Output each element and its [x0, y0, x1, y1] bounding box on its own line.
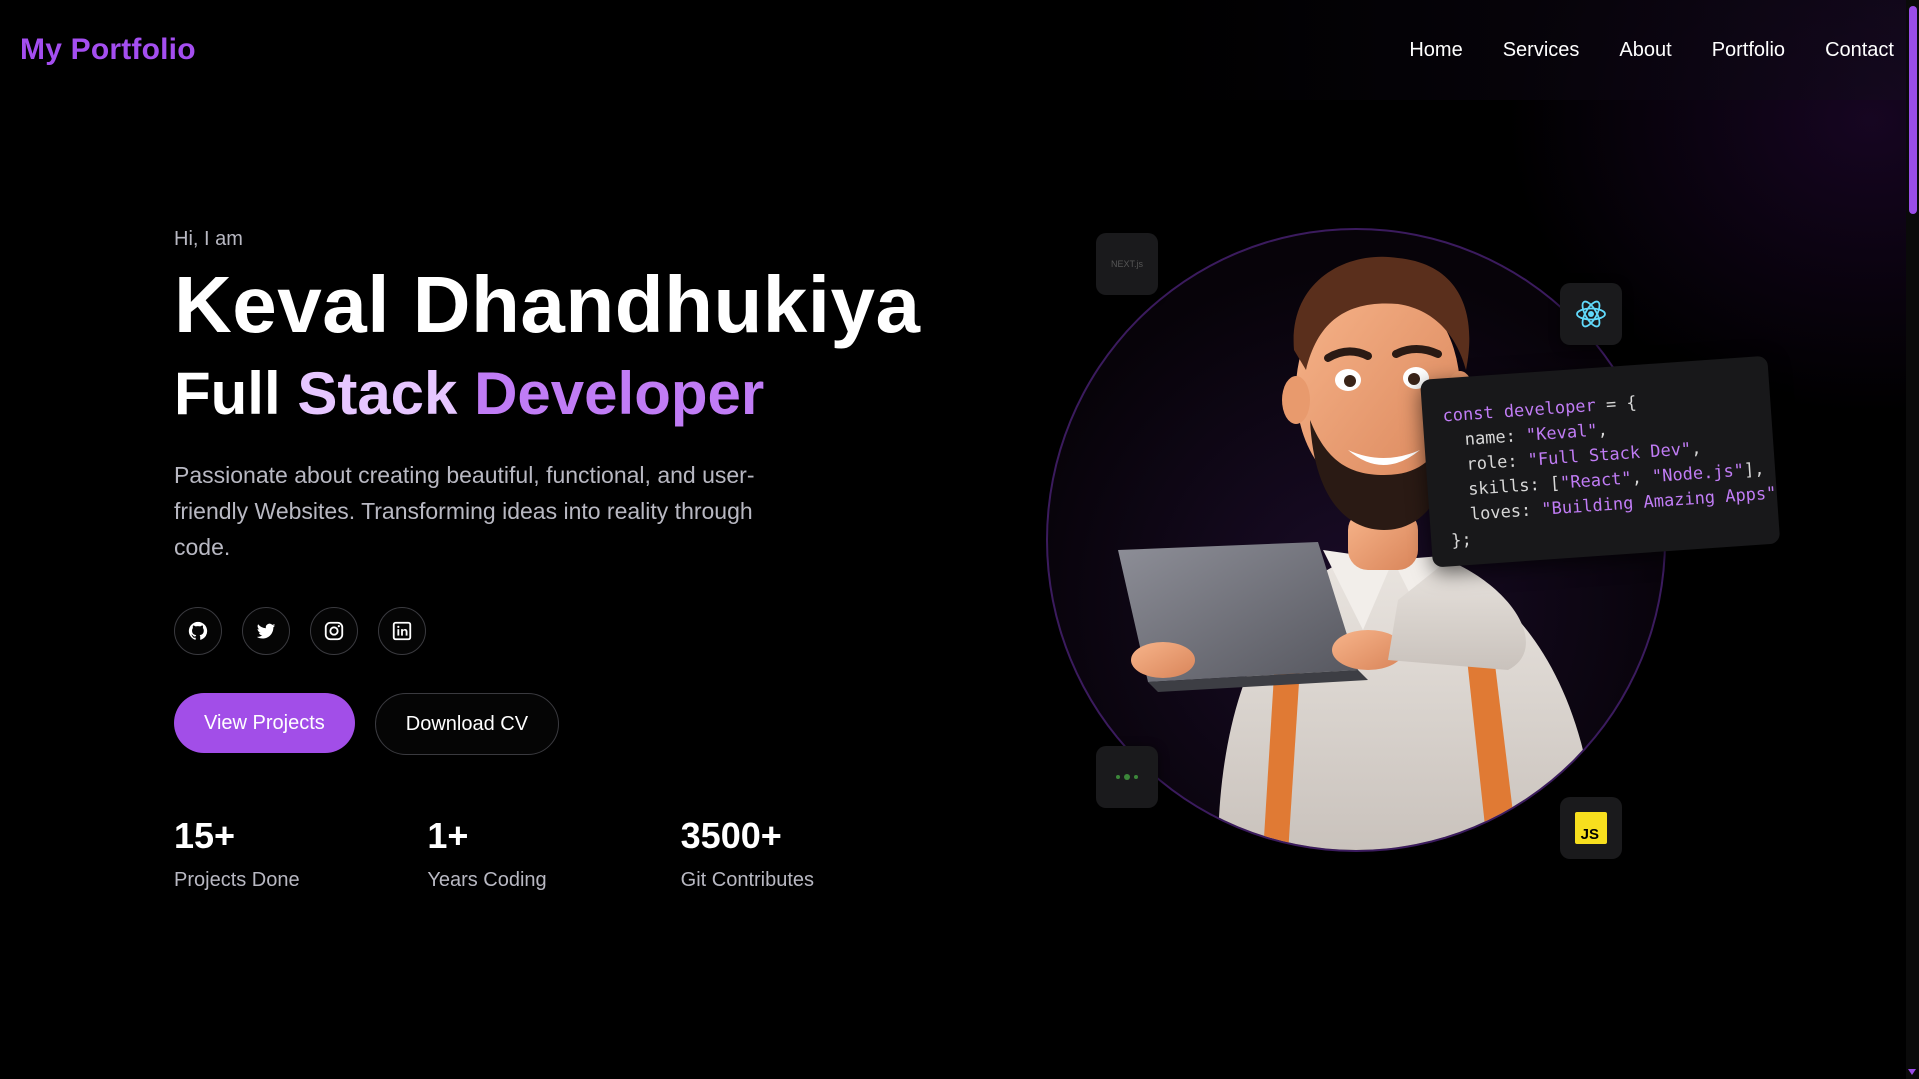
main-nav: Home Services About Portfolio Contact	[1409, 39, 1894, 62]
nextjs-icon: NEXT.js	[1111, 259, 1144, 269]
stat-years: 1+ Years Coding	[427, 815, 680, 892]
role-word-full: Full	[174, 360, 281, 427]
code-line-1-rest: = {	[1595, 392, 1638, 416]
code-snippet-card: const developer = { name: "Keval", role:…	[1420, 355, 1781, 568]
code-skill-node: "Node.js"	[1651, 460, 1745, 488]
stat-value: 1+	[427, 815, 469, 856]
code-skill-react: "React"	[1559, 468, 1633, 494]
site-header: My Portfolio Home Services About Portfol…	[0, 0, 1906, 100]
code-role-key: role:	[1445, 450, 1529, 477]
stat-label: Git Contributes	[680, 869, 815, 891]
hero-name: Keval Dhandhukiya	[174, 260, 921, 349]
code-name-key: name:	[1443, 425, 1527, 452]
scroll-down-arrow-icon[interactable]	[1908, 1069, 1916, 1075]
react-icon	[1576, 300, 1606, 328]
linkedin-link[interactable]	[378, 607, 426, 655]
site-logo[interactable]: My Portfolio	[20, 33, 196, 67]
hero-actions: View Projects Download CV	[174, 693, 934, 755]
nextjs-badge: NEXT.js	[1096, 233, 1158, 295]
svg-text:JS: JS	[1581, 826, 1599, 843]
page: My Portfolio Home Services About Portfol…	[0, 0, 1919, 1079]
instagram-link[interactable]	[310, 607, 358, 655]
hero-role: Full Stack Developer	[174, 361, 934, 427]
role-word-stack: Stack	[297, 360, 458, 427]
svg-text:NEXT.js: NEXT.js	[1111, 259, 1144, 269]
code-skills-separator: ,	[1630, 467, 1653, 489]
nodejs-icon	[1116, 774, 1138, 780]
nodejs-badge	[1096, 746, 1158, 808]
nav-link-about[interactable]: About	[1619, 39, 1671, 62]
page-scrollbar[interactable]	[1906, 0, 1919, 1079]
hero-greeting: Hi, I am	[174, 228, 243, 250]
stat-value: 3500+	[680, 815, 782, 856]
twitter-icon	[256, 623, 276, 639]
javascript-badge: JS	[1560, 797, 1622, 859]
hero-description: Passionate about creating beautiful, fun…	[174, 462, 755, 560]
twitter-link[interactable]	[242, 607, 290, 655]
stat-label: Years Coding	[427, 869, 547, 891]
code-close: };	[1450, 529, 1473, 552]
react-badge	[1560, 283, 1622, 345]
javascript-icon: JS	[1575, 812, 1607, 844]
role-word-developer: Developer	[474, 360, 765, 427]
nav-link-services[interactable]: Services	[1503, 39, 1580, 62]
stat-projects: 15+ Projects Done	[174, 815, 427, 892]
github-icon	[188, 621, 208, 640]
code-skills-end: ],	[1743, 459, 1766, 481]
scrollbar-thumb[interactable]	[1909, 6, 1917, 214]
nav-link-portfolio[interactable]: Portfolio	[1712, 39, 1785, 62]
hero-intro: Hi, I am Keval Dhandhukiya Full Stack De…	[174, 228, 934, 892]
stat-value: 15+	[174, 815, 236, 856]
stats-row: 15+ Projects Done 1+ Years Coding 3500+ …	[174, 815, 934, 892]
social-links	[174, 607, 934, 655]
view-projects-button[interactable]: View Projects	[174, 693, 355, 753]
stat-label: Projects Done	[174, 869, 300, 891]
nav-link-contact[interactable]: Contact	[1825, 39, 1894, 62]
download-cv-button[interactable]: Download CV	[374, 693, 560, 755]
stat-contributions: 3500+ Git Contributes	[681, 815, 934, 892]
nav-link-home[interactable]: Home	[1409, 39, 1462, 62]
code-loves-key: loves:	[1448, 499, 1543, 527]
instagram-icon	[324, 621, 344, 641]
code-name-value: "Keval"	[1525, 420, 1599, 446]
github-link[interactable]	[174, 607, 222, 655]
linkedin-icon	[392, 621, 412, 641]
code-skills-key: skills: [	[1447, 473, 1561, 502]
